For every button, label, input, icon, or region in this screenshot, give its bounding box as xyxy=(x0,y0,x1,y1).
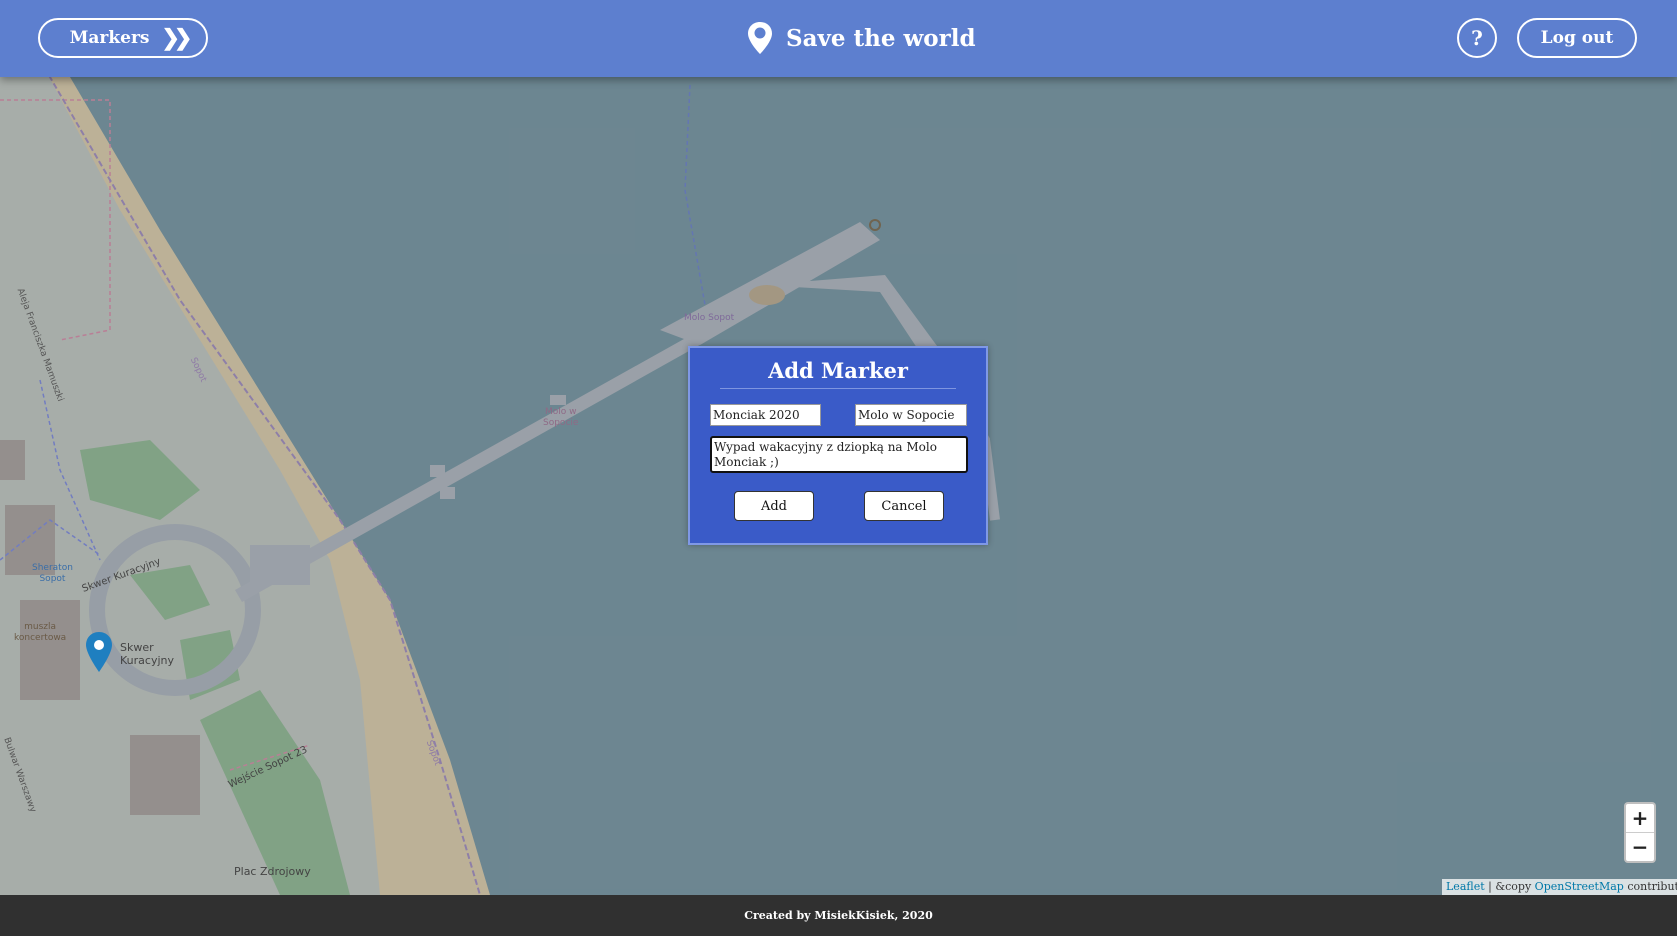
help-button[interactable]: ? xyxy=(1457,18,1497,58)
map-attribution: Leaflet | &copy OpenStreetMap contributo… xyxy=(1442,879,1677,895)
map-label-line: koncertowa xyxy=(14,633,67,643)
dialog-divider xyxy=(720,388,956,389)
map-label-molo-w-sopocie: Molo w Sopocie xyxy=(543,407,578,429)
footer-credit: Created by MisiekKisiek, 2020 xyxy=(744,909,933,922)
dialog-title: Add Marker xyxy=(768,358,908,383)
map-label-muszla: muszla koncertowa xyxy=(14,622,66,644)
markers-button[interactable]: Markers ❯❯ xyxy=(38,18,208,58)
map-label-line: Sopot xyxy=(39,574,66,584)
cancel-button[interactable]: Cancel xyxy=(864,491,944,521)
map-label-line: Sopocie xyxy=(543,418,579,428)
markers-button-label: Markers xyxy=(69,28,150,48)
logout-button[interactable]: Log out xyxy=(1517,18,1637,58)
brand: Save the world xyxy=(748,20,976,56)
add-marker-dialog: Add Marker Wypad wakacyjny z dziopką na … xyxy=(688,346,988,545)
map-label-line: Skwer xyxy=(120,641,154,654)
zoom-out-button[interactable]: − xyxy=(1626,833,1654,861)
marker-place-input[interactable] xyxy=(855,404,967,426)
map-label-line: Kuracyjny xyxy=(120,654,174,667)
attribution-suffix: contributors xyxy=(1627,880,1677,893)
map-label-sheraton: Sheraton Sopot xyxy=(32,563,73,585)
marker-description-input[interactable]: Wypad wakacyjny z dziopką na Molo Moncia… xyxy=(710,436,968,473)
map-label-line: Molo w xyxy=(544,407,577,417)
map-label-line: Sheraton xyxy=(32,563,73,573)
leaflet-link[interactable]: Leaflet xyxy=(1446,880,1485,893)
app-title: Save the world xyxy=(786,24,976,52)
openstreetmap-link[interactable]: OpenStreetMap xyxy=(1535,880,1624,893)
zoom-in-button[interactable]: + xyxy=(1626,804,1654,832)
map-marker-icon[interactable] xyxy=(86,632,112,672)
top-bar: Markers ❯❯ Save the world ? Log out xyxy=(0,0,1677,77)
marker-name-input[interactable] xyxy=(710,404,821,426)
map-label-line: muszla xyxy=(24,622,57,632)
footer: Created by MisiekKisiek, 2020 xyxy=(0,895,1677,936)
zoom-control: + − xyxy=(1624,802,1656,863)
map-pin-icon xyxy=(748,22,772,54)
map-label-molo-sopot: Molo Sopot xyxy=(684,313,735,323)
attribution-separator: | &copy xyxy=(1484,880,1535,893)
map-label-skwer-kuracyjny: Skwer Kuracyjny xyxy=(120,641,174,667)
map-label-plac-zdrojowy: Plac Zdrojowy xyxy=(234,865,311,878)
chevron-double-right-icon: ❯❯ xyxy=(161,25,193,51)
add-button[interactable]: Add xyxy=(734,491,814,521)
